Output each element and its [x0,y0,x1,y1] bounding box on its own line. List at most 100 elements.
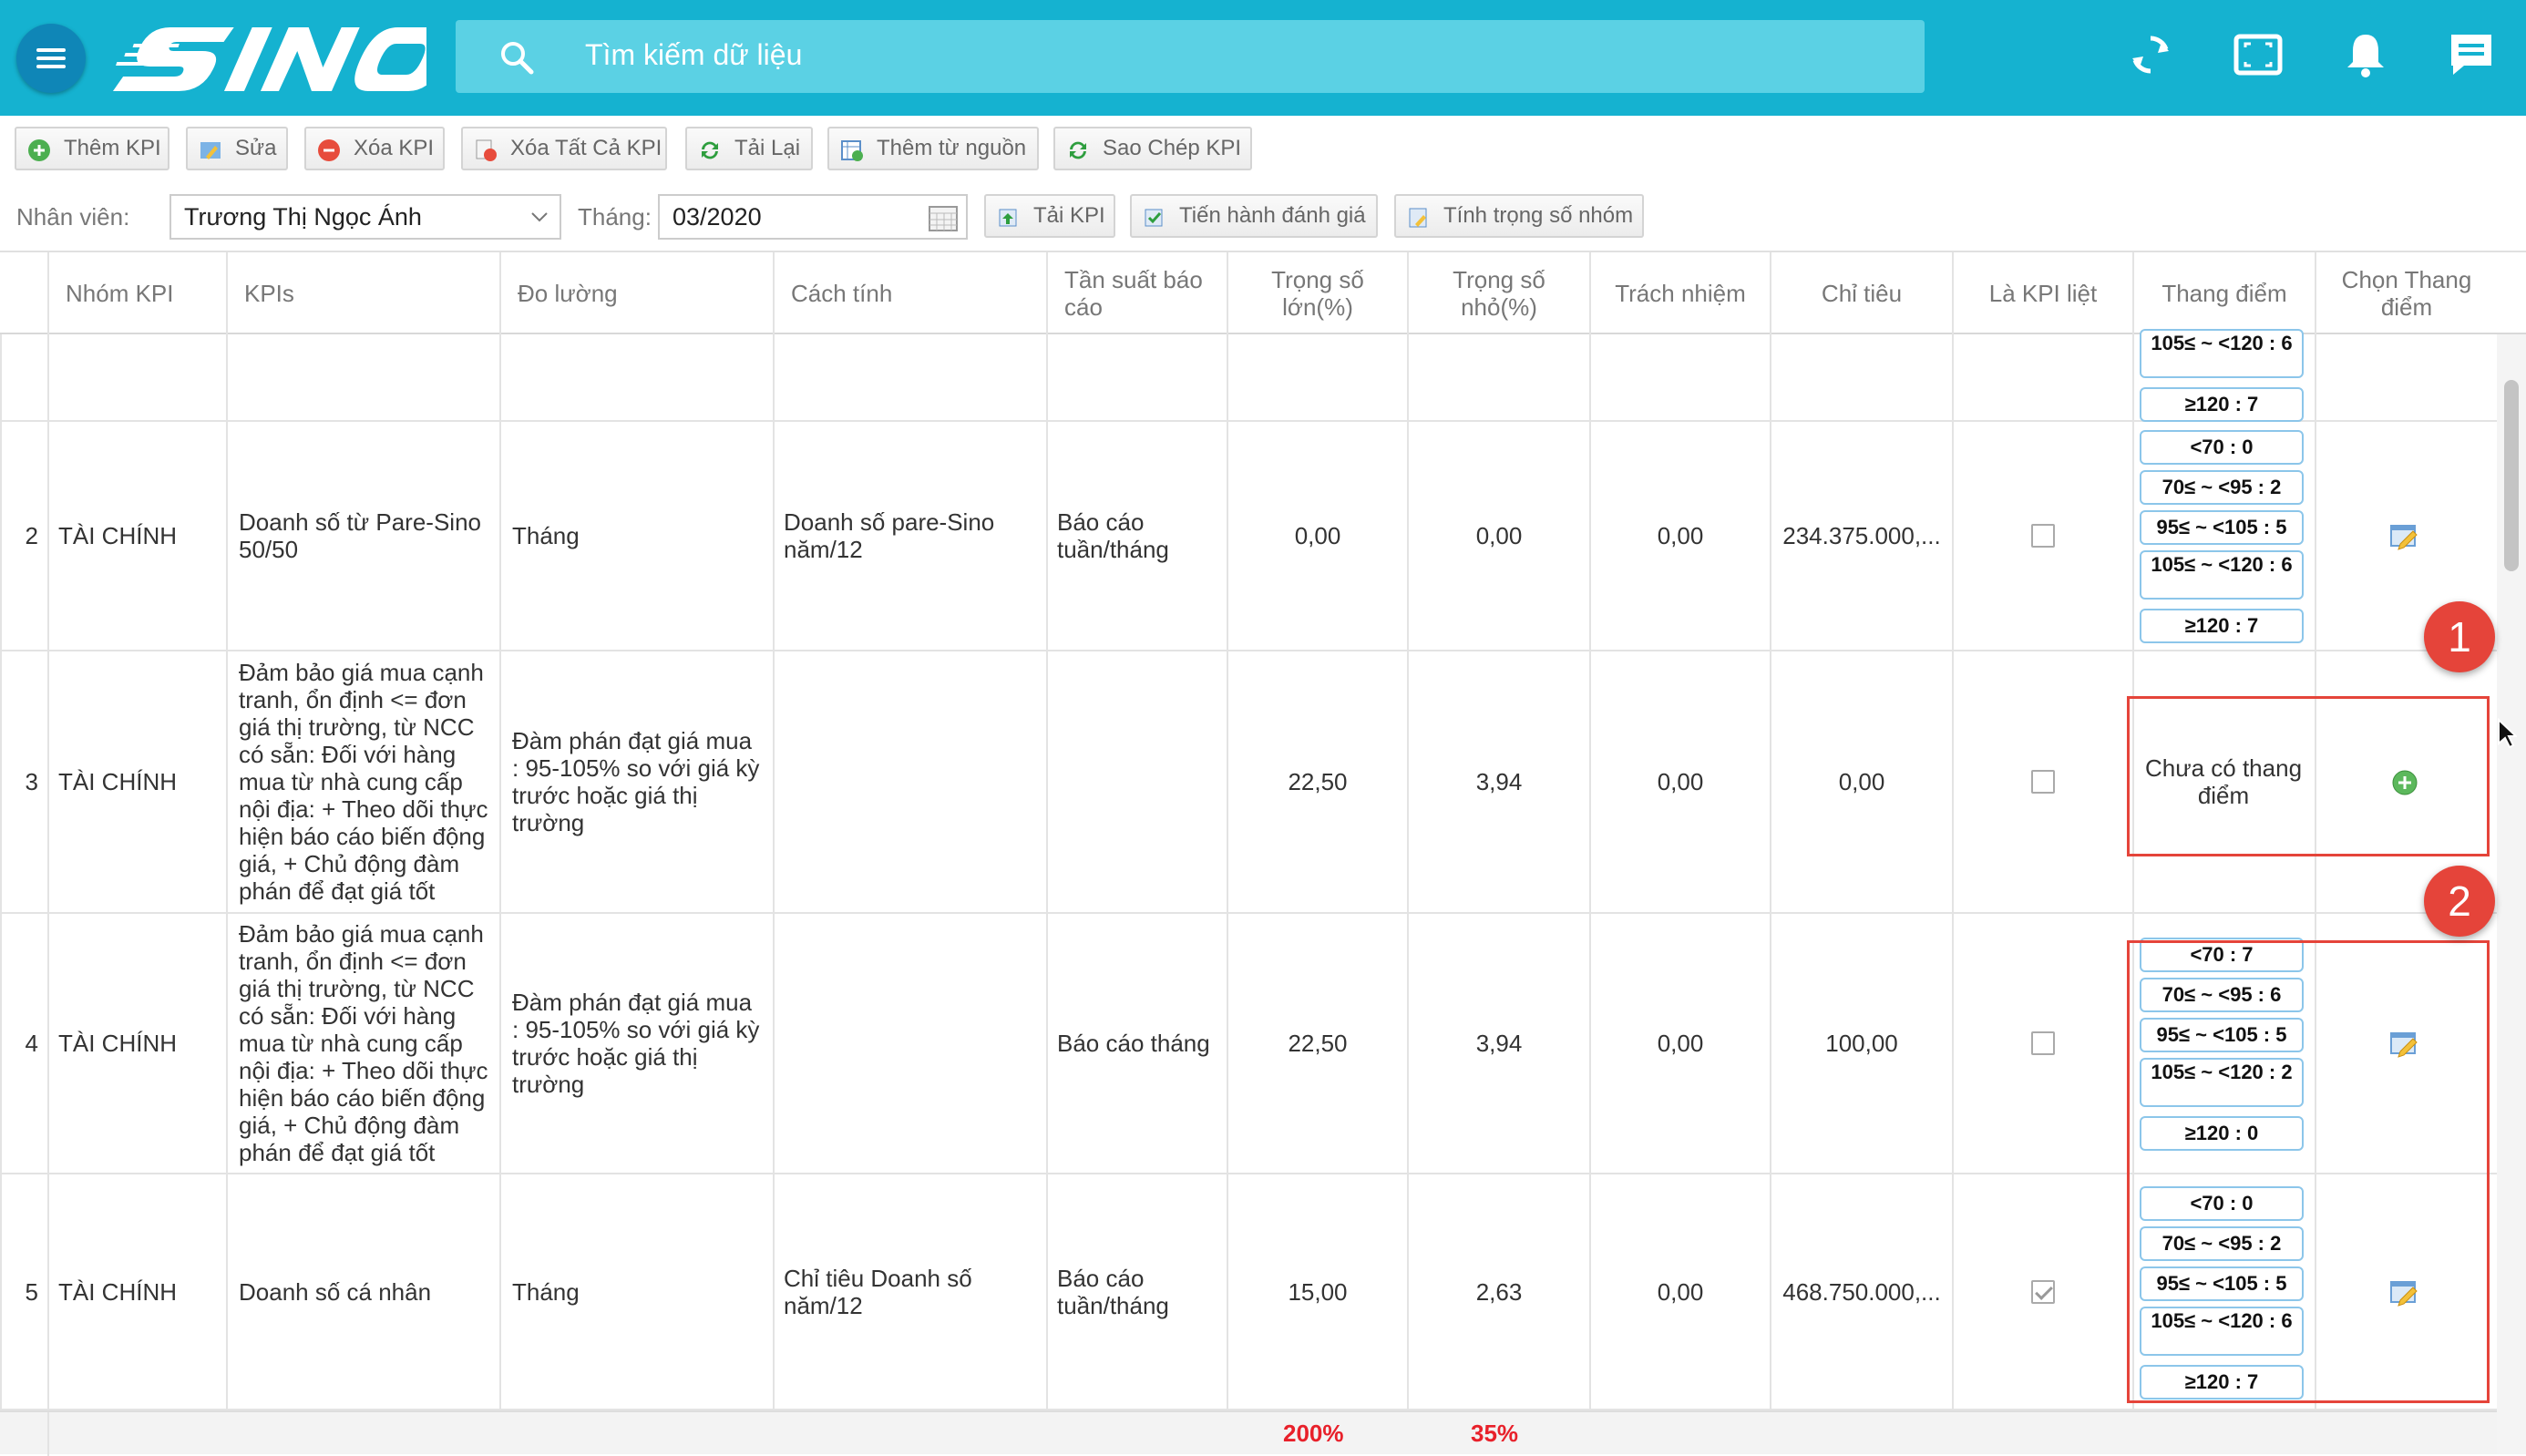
menu-icon-line [36,56,66,60]
responsibility: 0,00 [1589,422,1770,650]
is-kpi-cell [1952,914,2132,1173]
evaluate-button[interactable]: Tiến hành đánh giá [1130,194,1378,238]
report-frequency: Báo cáo tuần/tháng [1046,1174,1227,1409]
chat-icon[interactable] [2444,27,2499,82]
delete-all-kpi-button[interactable]: Xóa Tất Cả KPI [461,127,667,170]
copy-icon [1070,141,1086,159]
marker-2: 2 [2424,866,2495,937]
col-is-kpi[interactable]: Là KPI liệt [1952,252,2132,334]
is-kpi-checkbox[interactable] [2031,1031,2055,1055]
menu-button[interactable] [16,24,86,93]
responsibility: 0,00 [1589,1174,1770,1409]
sino-logo[interactable] [108,24,426,95]
scrollbar-thumb[interactable] [2504,380,2519,571]
weight-small: 3,94 [1407,914,1589,1173]
add-kpi-button[interactable]: Thêm KPI [15,127,169,170]
col-weight-small[interactable]: Trọng số nhỏ(%) [1407,252,1589,334]
vertical-scrollbar[interactable] [2497,334,2526,1454]
employee-select[interactable]: Trương Thị Ngọc Ánh [169,194,561,240]
target-value: 234.375.000,... [1770,422,1952,650]
reload-label: Tải Lại [734,136,801,160]
bell-icon[interactable] [2338,27,2393,82]
col-measure[interactable]: Đo lường [499,252,773,334]
is-kpi-cell [1952,1174,2132,1409]
delete-kpi-button[interactable]: Xóa KPI [304,127,445,170]
col-group[interactable]: Nhóm KPI [47,252,226,334]
table-row[interactable]: 2 TÀI CHÍNH Doanh số từ Pare-Sino 50/50 Thá… [0,422,2497,651]
add-from-source-label: Thêm từ nguồn [877,136,1027,160]
search-placeholder[interactable]: Tìm kiếm dữ liệu [585,38,802,72]
target-value: 0,00 [1770,651,1952,912]
edit-scale-icon[interactable] [2389,522,2420,551]
footer-divider [47,1412,49,1456]
calculator-icon [1409,208,1427,228]
target-value: 468.750.000,... [1770,1174,1952,1409]
col-weight-big[interactable]: Trọng số lớn(%) [1227,252,1407,334]
table-row[interactable]: 5 TÀI CHÍNH Doanh số cá nhân Tháng Chỉ tiêu … [0,1174,2497,1410]
kpi-calc: Chỉ tiêu Doanh số năm/12 [773,1174,1046,1409]
table-cell [1952,334,2132,420]
reload-button[interactable]: Tải Lại [685,127,813,170]
load-kpi-button[interactable]: Tải KPI [984,194,1115,238]
delete-all-label: Xóa Tất Cả KPI [510,136,662,160]
delete-all-icon [476,139,497,161]
weight-small: 0,00 [1407,422,1589,650]
table-row[interactable]: 4 TÀI CHÍNH Đảm bảo giá mua cạnh tranh, ổn… [0,914,2497,1174]
report-frequency: Báo cáo tuần/tháng [1046,422,1227,650]
mouse-cursor-icon [2498,718,2517,749]
table-row[interactable]: 105≤ ~ <120 : 6 ≥120 : 7 [0,329,2497,422]
refresh-icon[interactable] [2123,27,2178,82]
kpi-group: TÀI CHÍNH [47,1174,226,1409]
load-icon [999,209,1017,227]
edit-button[interactable]: Sửa [186,127,288,170]
add-kpi-label: Thêm KPI [64,136,161,160]
add-from-source-button[interactable]: Thêm từ nguồn [827,127,1039,170]
table-cell [47,334,226,420]
search-bar[interactable]: Tìm kiếm dữ liệu [456,20,1925,93]
filter-bar: Nhân viên: Trương Thị Ngọc Ánh Tháng: 03… [0,187,2526,249]
col-responsibility[interactable]: Trách nhiệm [1589,252,1770,334]
weight-big: 22,50 [1227,914,1407,1173]
is-kpi-checkbox[interactable] [2031,1279,2055,1304]
table-cell [1589,334,1770,420]
table-row[interactable]: 3 TÀI CHÍNH Đảm bảo giá mua cạnh tranh, ổn… [0,651,2497,914]
scale-badge[interactable]: 105≤ ~ <120 : 6 [2140,329,2304,378]
kpi-name: Doanh số cá nhân [226,1174,499,1409]
marker-1: 1 [2424,601,2495,672]
group-weight-button[interactable]: Tính trọng số nhóm [1394,194,1644,238]
scale-badge[interactable]: 105≤ ~ <120 : 6 [2140,550,2304,600]
kpi-name: Đảm bảo giá mua cạnh tranh, ổn định <= đ… [226,914,499,1173]
top-bar: Tìm kiếm dữ liệu [0,0,2526,116]
scale-badge[interactable]: ≥120 : 7 [2140,387,2304,422]
col-target[interactable]: Chỉ tiêu [1770,252,1952,334]
kpi-group: TÀI CHÍNH [47,651,226,912]
col-freq[interactable]: Tần suất báo cáo [1046,252,1227,334]
kpi-group: TÀI CHÍNH [47,914,226,1173]
total-weight-big: 200% [1283,1420,1344,1447]
calendar-icon[interactable] [928,203,959,232]
row-number: 3 [0,651,47,912]
col-kpis[interactable]: KPIs [226,252,499,334]
col-scale[interactable]: Thang điểm [2132,252,2315,334]
col-choose-scale[interactable]: Chọn Thang điểm [2315,252,2497,334]
is-kpi-checkbox[interactable] [2031,770,2055,794]
table-cell [226,334,499,420]
edit-label: Sửa [235,136,277,160]
scale-badge[interactable]: 95≤ ~ <105 : 5 [2140,510,2304,545]
edit-icon [200,142,221,159]
col-calc[interactable]: Cách tính [773,252,1046,334]
kpi-measure: Tháng [499,422,773,650]
row-number: 2 [0,422,47,650]
is-kpi-checkbox[interactable] [2031,524,2055,548]
report-frequency [1046,651,1227,912]
scale-badge[interactable]: <70 : 0 [2140,430,2304,465]
copy-kpi-button[interactable]: Sao Chép KPI [1053,127,1252,170]
table-footer: 200% 35% [0,1410,2497,1456]
scale-badge[interactable]: 70≤ ~ <95 : 2 [2140,470,2304,505]
kpi-group: TÀI CHÍNH [47,422,226,650]
month-input[interactable]: 03/2020 [658,194,968,240]
load-kpi-label: Tải KPI [1033,203,1105,228]
delete-icon [318,139,340,161]
scale-badge[interactable]: ≥120 : 7 [2140,609,2304,643]
fullscreen-icon[interactable] [2231,27,2285,82]
